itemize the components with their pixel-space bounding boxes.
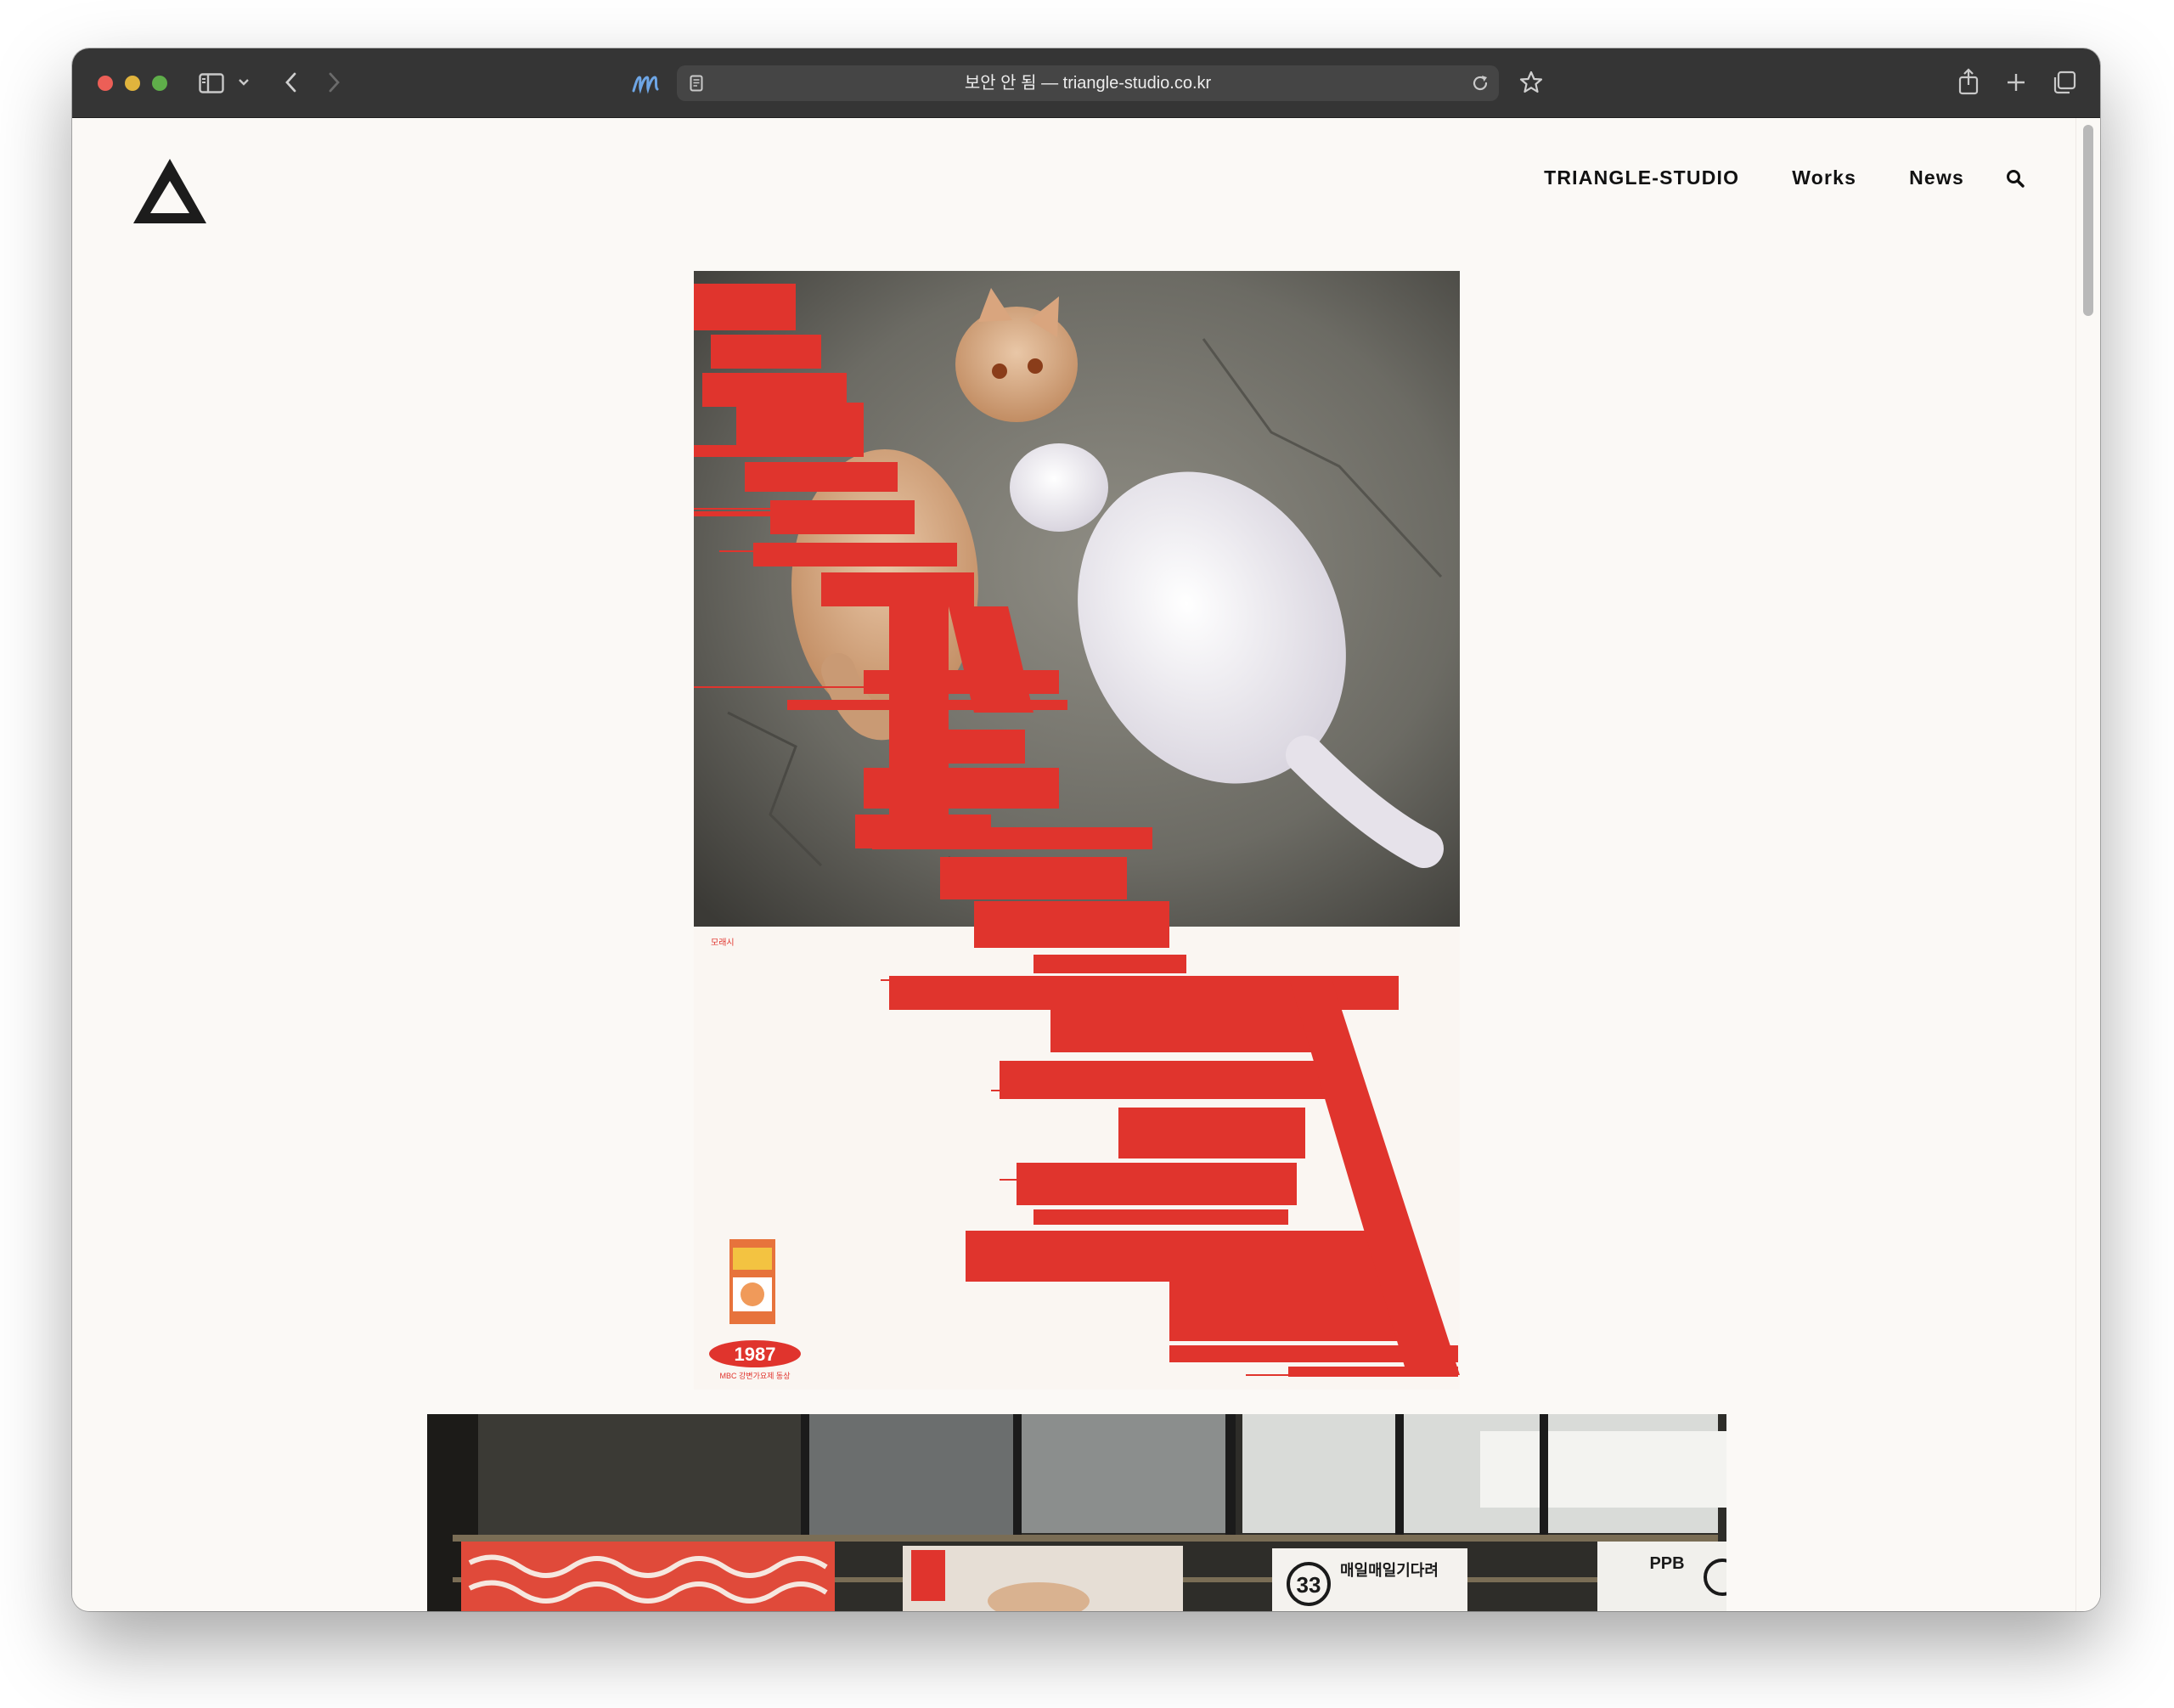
zoom-window-button[interactable] xyxy=(152,76,167,91)
minimize-window-button[interactable] xyxy=(125,76,140,91)
main-navigation: TRIANGLE-STUDIO Works News xyxy=(1491,166,2025,189)
browser-titlebar: 보안 안 됨 — triangle-studio.co.kr xyxy=(72,48,2100,118)
nav-works[interactable]: Works xyxy=(1792,166,1856,189)
sign-right: PPB xyxy=(1649,1554,1684,1573)
new-tab-plus-icon[interactable] xyxy=(2002,67,2030,98)
sidebar-toggle-icon[interactable] xyxy=(198,70,225,96)
bookmark-star-icon[interactable] xyxy=(1516,67,1546,98)
nav-news[interactable]: News xyxy=(1909,166,1964,189)
extension-m-icon[interactable] xyxy=(629,69,663,98)
back-arrow-icon[interactable] xyxy=(278,69,303,96)
installation-photo[interactable]: 33 매일매일기다려 PPB xyxy=(427,1414,1726,1611)
chevron-down-icon[interactable] xyxy=(235,74,252,91)
poster-credit: 모래시 xyxy=(711,938,735,948)
close-window-button[interactable] xyxy=(98,76,113,91)
scrollbar-thumb[interactable] xyxy=(2083,125,2093,316)
browser-window: 보안 안 됨 — triangle-studio.co.kr TRIANGLE-… xyxy=(72,48,2100,1611)
sign-number: 33 xyxy=(1297,1572,1321,1598)
vertical-scrollbar[interactable] xyxy=(2075,118,2100,1611)
poster-image[interactable]: 모래시 1987 MBC 강변가요제 동상 xyxy=(694,271,1460,1390)
forward-arrow-icon[interactable] xyxy=(322,69,347,96)
address-bar[interactable]: 보안 안 됨 — triangle-studio.co.kr xyxy=(677,65,1499,101)
reload-icon[interactable] xyxy=(1470,73,1490,93)
address-text: 보안 안 됨 — triangle-studio.co.kr xyxy=(964,74,1212,93)
tab-overview-icon[interactable] xyxy=(2049,67,2080,98)
nav-triangle-studio[interactable]: TRIANGLE-STUDIO xyxy=(1544,166,1739,189)
badge-caption: MBC 강변가요제 동상 xyxy=(720,1372,791,1380)
search-icon[interactable] xyxy=(2005,168,2025,189)
share-icon[interactable] xyxy=(1954,65,1983,98)
sign-label: 매일매일기다려 xyxy=(1340,1562,1439,1580)
badge-year: 1987 xyxy=(735,1344,776,1365)
page-viewport: TRIANGLE-STUDIO Works News 모래시 1987 MBC … xyxy=(72,118,2100,1611)
product-pack-image xyxy=(729,1239,775,1324)
triangle-logo-icon[interactable] xyxy=(133,159,206,225)
